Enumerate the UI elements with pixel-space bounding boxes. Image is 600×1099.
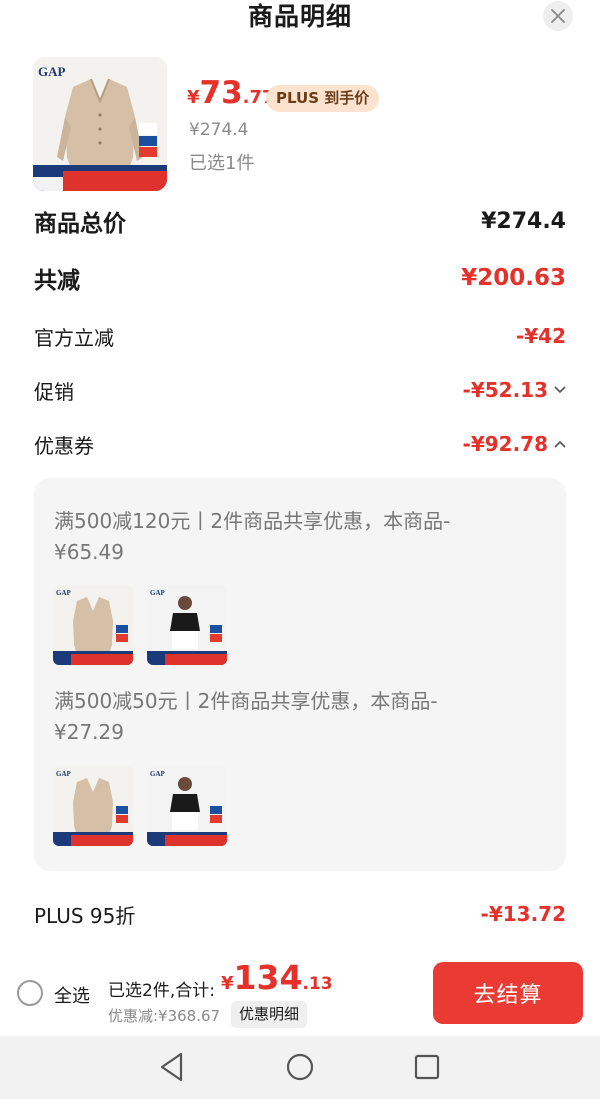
original-price: ¥274.4 [189,120,249,140]
coupon-detail-panel: 满500减120元丨2件商品共享优惠，本商品-¥65.49 GAP GAP 满5… [34,478,566,871]
svg-text:GAP: GAP [150,589,166,597]
total-symbol: ¥ [221,973,234,994]
page-title: 商品明细 [247,2,352,31]
coupon-desc: 满500减120元丨2件商品共享优惠，本商品-¥65.49 [54,509,451,564]
svg-text:GAP: GAP [56,589,72,597]
coupon-item-thumb[interactable]: GAP [147,766,227,846]
reduce-row: 共减 ¥200.63 [34,262,566,294]
discount-note: 优惠减:¥368.67 [108,1007,221,1025]
chevron-down-icon [554,386,566,394]
plus-discount-label: PLUS 95折 [34,903,136,928]
price-integer: 73 [199,75,243,111]
coupon-desc: 满500减50元丨2件商品共享优惠，本商品-¥27.29 [54,689,438,744]
product-image[interactable]: GAP [33,57,167,191]
reduce-label: 共减 [34,268,80,294]
reduce-value: ¥200.63 [461,265,566,291]
coupon-label: 优惠券 [34,433,94,458]
plus-price-badge: PLUS 到手价 [266,85,380,112]
close-icon [551,9,565,23]
select-all-label[interactable]: 全选 [54,982,90,1008]
detail-sheet: 商品明细 GAP ¥ 73 .77 PLUS 到手价 ¥274.4 已选1件 商… [0,0,600,950]
brand-logo: GAP [38,64,66,79]
coupon-row[interactable]: 优惠券 -¥92.78 [34,430,566,458]
price-summary: 商品总价 ¥274.4 共减 ¥200.63 官方立减 -¥42 促销 -¥52… [14,198,586,950]
total-label: 已选2件,合计: [108,981,215,1001]
nav-back-icon[interactable] [158,1051,186,1083]
svg-text:GAP: GAP [56,770,72,778]
plus-discount-row: PLUS 95折 -¥13.72 [34,900,566,928]
total-row: 商品总价 ¥274.4 [34,206,566,238]
promo-row[interactable]: 促销 -¥52.13 [34,376,566,404]
total-label: 商品总价 [34,211,126,237]
coupon-item-thumb[interactable]: GAP [53,585,133,665]
promo-label: 促销 [34,379,74,404]
select-all-radio[interactable] [17,980,43,1006]
promo-value: -¥52.13 [462,378,548,402]
discount-detail-button[interactable]: 优惠明细 [231,1001,308,1028]
selected-count: 已选1件 [189,153,255,174]
official-label: 官方立减 [34,325,114,350]
checkout-button[interactable]: 去结算 [433,962,583,1024]
sheet-header: 商品明细 [0,0,600,36]
nav-home-icon[interactable] [285,1051,315,1083]
chevron-up-icon [554,440,566,448]
plus-discount-value: -¥13.72 [480,902,566,926]
official-row: 官方立减 -¥42 [34,322,566,350]
price-symbol: ¥ [187,87,200,108]
svg-text:GAP: GAP [150,770,166,778]
total-decimal: .13 [302,974,333,994]
official-value: -¥42 [515,324,566,348]
total-value: ¥274.4 [481,208,566,234]
coupon-item-thumb[interactable]: GAP [53,766,133,846]
system-nav-bar [0,1036,600,1099]
close-button[interactable] [543,1,573,31]
nav-recents-icon[interactable] [413,1051,441,1083]
checkout-bar: 全选 已选2件,合计: ¥ 134 .13 优惠减:¥368.67 优惠明细 去… [0,950,600,1036]
coupon-item-thumb[interactable]: GAP [147,585,227,665]
coupon-value: -¥92.78 [462,432,548,456]
total-amount: ¥ 134 .13 [221,958,333,997]
plus-price: ¥ 73 .77 [187,78,275,109]
total-integer: 134 [233,958,303,997]
